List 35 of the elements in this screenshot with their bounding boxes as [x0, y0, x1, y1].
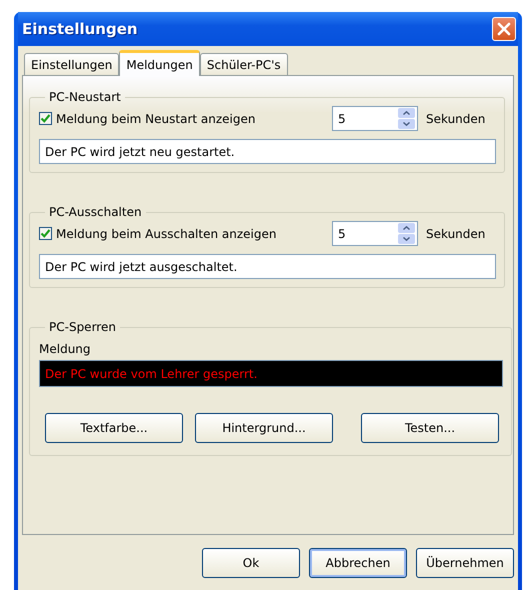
chevron-down-icon: [403, 237, 410, 241]
message-field[interactable]: Der PC wurde vom Lehrer gesperrt.: [39, 360, 503, 387]
close-button[interactable]: [492, 17, 516, 41]
button[interactable]: Testen...: [361, 413, 499, 443]
message-field[interactable]: Der PC wird jetzt neu gestartet.: [39, 139, 496, 164]
chevron-up-icon: [403, 111, 410, 115]
button[interactable]: Abbrechen: [309, 548, 407, 578]
spin-down-button[interactable]: [398, 119, 415, 129]
group-title: PC-Ausschalten: [48, 205, 143, 219]
tab[interactable]: Einstellungen: [24, 53, 120, 75]
spin-down-button[interactable]: [398, 234, 415, 244]
spin-up-button[interactable]: [398, 108, 415, 118]
group-title: PC-Neustart: [48, 90, 122, 104]
number-spinner[interactable]: 5: [332, 221, 418, 246]
button[interactable]: Hintergrund...: [195, 413, 333, 443]
field-label: Meldung: [39, 342, 92, 356]
checkbox-label: Meldung beim Ausschalten anzeigen: [56, 226, 276, 240]
close-icon: [496, 21, 512, 37]
checkbox[interactable]: [39, 112, 52, 125]
chevron-down-icon: [403, 122, 410, 126]
tab[interactable]: Meldungen: [119, 50, 200, 76]
spin-up-button[interactable]: [398, 223, 415, 233]
window-title: Einstellungen: [22, 20, 138, 38]
chevron-up-icon: [403, 226, 410, 230]
tab[interactable]: Schüler-PC's: [200, 53, 288, 75]
group-title: PC-Sperren: [48, 320, 117, 334]
message-field[interactable]: Der PC wird jetzt ausgeschaltet.: [39, 254, 496, 279]
button[interactable]: Ok: [202, 548, 300, 578]
checkbox[interactable]: [39, 227, 52, 240]
unit-label: Sekunden: [426, 226, 486, 240]
unit-label: Sekunden: [426, 112, 486, 126]
button[interactable]: Textfarbe...: [45, 413, 183, 443]
button[interactable]: Übernehmen: [416, 548, 514, 578]
checkbox-label: Meldung beim Neustart anzeigen: [56, 112, 256, 126]
number-spinner[interactable]: 5: [332, 106, 418, 131]
